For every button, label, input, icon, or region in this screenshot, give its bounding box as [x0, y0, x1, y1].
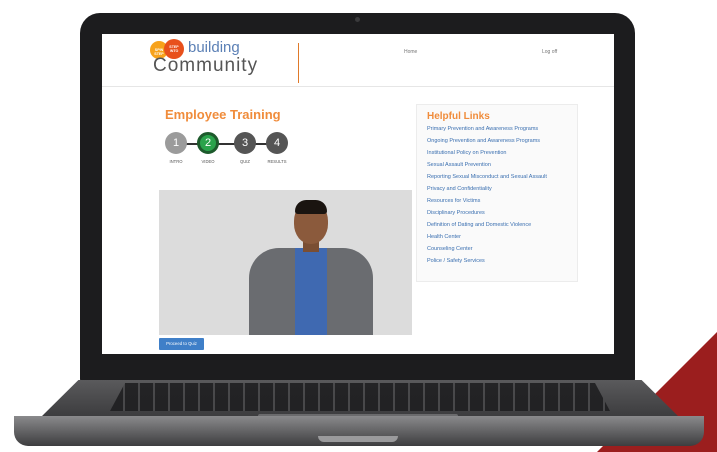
helpful-links-panel: Helpful Links Primary Prevention and Awa… — [416, 104, 578, 282]
presenter-shirt — [295, 248, 327, 335]
helpful-link[interactable]: Definition of Dating and Domestic Violen… — [427, 222, 531, 228]
helpful-link[interactable]: Counseling Center — [427, 246, 473, 252]
helpful-link[interactable]: Sexual Assault Prevention — [427, 162, 491, 168]
step-1-intro[interactable]: 1 — [165, 132, 187, 154]
helpful-links-title: Helpful Links — [427, 111, 490, 122]
step-connector — [176, 143, 276, 145]
helpful-link[interactable]: Reporting Sexual Misconduct and Sexual A… — [427, 174, 547, 180]
helpful-link[interactable]: Institutional Policy on Prevention — [427, 150, 507, 156]
step-4-results[interactable]: 4 — [266, 132, 288, 154]
helpful-link[interactable]: Resources for Victims — [427, 198, 480, 204]
helpful-link[interactable]: Police / Safety Services — [427, 258, 485, 264]
logo-divider — [298, 43, 299, 83]
training-video[interactable] — [159, 190, 412, 335]
logo-word-building: building — [188, 39, 240, 56]
helpful-link[interactable]: Health Center — [427, 234, 461, 240]
step-3-label: QUIZ — [239, 159, 250, 164]
helpful-link[interactable]: Primary Prevention and Awareness Program… — [427, 126, 538, 132]
step-4-label: RESULTS — [267, 159, 287, 164]
site-logo[interactable]: SPIN STEP STEP INTO building Community — [150, 39, 300, 83]
nav-home-link[interactable]: Home — [404, 49, 417, 55]
helpful-link[interactable]: Disciplinary Procedures — [427, 210, 485, 216]
page-title: Employee Training — [165, 107, 281, 122]
presenter-hair — [295, 200, 327, 214]
helpful-link[interactable]: Privacy and Confidentiality — [427, 186, 492, 192]
logo-word-community: Community — [153, 55, 259, 76]
site-header: SPIN STEP STEP INTO building Community H… — [102, 34, 614, 87]
step-3-quiz[interactable]: 3 — [234, 132, 256, 154]
proceed-to-quiz-button[interactable]: Proceed to Quiz — [159, 338, 204, 350]
logo-circle-2-text: STEP INTO — [169, 45, 179, 53]
keyboard — [110, 383, 610, 411]
step-2-label: VIDEO — [201, 159, 215, 164]
step-2-video[interactable]: 2 — [197, 132, 219, 154]
step-1-label: INTRO — [169, 159, 183, 164]
nav-logoff-link[interactable]: Log off — [542, 49, 557, 55]
lid-notch — [318, 436, 398, 442]
laptop-screen: SPIN STEP STEP INTO building Community H… — [102, 34, 614, 354]
webcam-icon — [355, 17, 360, 22]
helpful-link[interactable]: Ongoing Prevention and Awareness Program… — [427, 138, 540, 144]
